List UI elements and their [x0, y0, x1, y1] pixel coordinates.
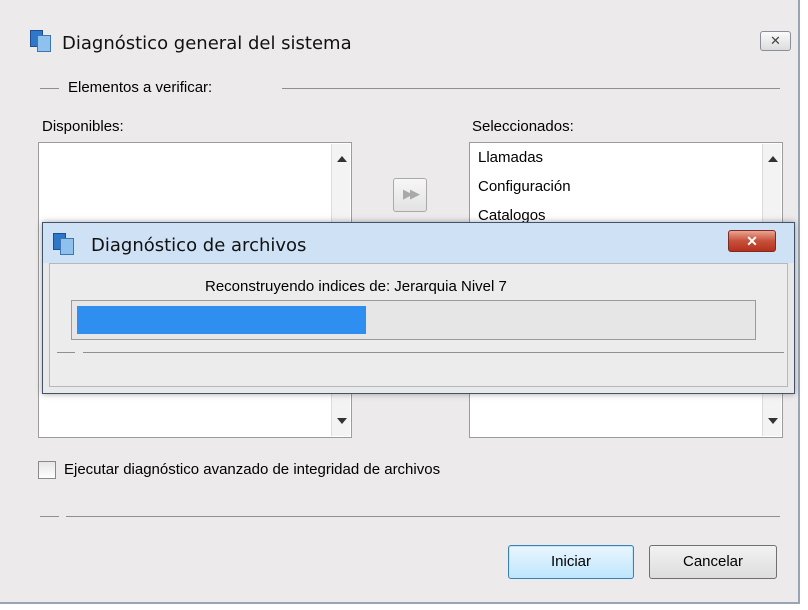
group-line-left: [40, 88, 59, 89]
start-button[interactable]: Iniciar: [508, 545, 634, 579]
progress-dialog-title: Diagnóstico de archivos: [91, 235, 307, 256]
close-icon: ✕: [746, 233, 758, 249]
list-item[interactable]: Configuración: [478, 178, 571, 195]
progress-dialog-close-button[interactable]: ✕: [728, 230, 776, 252]
dialog-separator-left: [57, 352, 75, 353]
selected-label: Seleccionados:: [472, 118, 574, 135]
app-icon: [30, 30, 52, 52]
cancel-button[interactable]: Cancelar: [649, 545, 777, 579]
scroll-down-icon[interactable]: [337, 418, 347, 424]
separator-left: [40, 516, 59, 517]
advanced-diagnostic-label: Ejecutar diagnóstico avanzado de integri…: [64, 461, 441, 478]
progress-dialog-titlebar: Diagnóstico de archivos ✕: [43, 223, 794, 263]
close-button[interactable]: ✕: [760, 31, 791, 51]
close-icon: ✕: [770, 33, 781, 48]
progress-dialog: Diagnóstico de archivos ✕ Reconstruyendo…: [42, 222, 795, 394]
separator-right: [66, 516, 780, 517]
dialog-separator-right: [83, 352, 784, 353]
progress-fill: [77, 306, 366, 334]
scroll-up-icon[interactable]: [768, 156, 778, 162]
available-label: Disponibles:: [42, 118, 124, 135]
advanced-diagnostic-checkbox[interactable]: [38, 461, 56, 479]
group-legend: Elementos a verificar:: [68, 79, 213, 96]
app-icon: [53, 233, 75, 255]
main-titlebar: Diagnóstico general del sistema: [0, 0, 800, 54]
progress-status-text: Reconstruyendo indices de: Jerarquia Niv…: [205, 278, 507, 295]
window-title: Diagnóstico general del sistema: [62, 33, 352, 54]
progress-dialog-body: Reconstruyendo indices de: Jerarquia Niv…: [49, 263, 788, 387]
scroll-up-icon[interactable]: [337, 156, 347, 162]
group-line-right: [282, 88, 780, 89]
scroll-down-icon[interactable]: [768, 418, 778, 424]
move-all-button[interactable]: ▶▶: [393, 178, 427, 212]
progress-bar: [71, 300, 756, 340]
fast-forward-icon: ▶▶: [403, 186, 420, 201]
list-item[interactable]: Llamadas: [478, 149, 543, 166]
